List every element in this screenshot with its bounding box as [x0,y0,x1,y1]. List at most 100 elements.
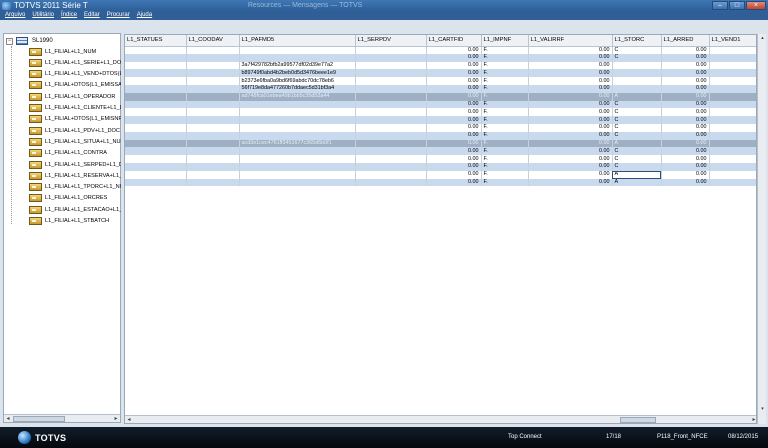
table-cell[interactable]: 0.00 [661,61,710,70]
table-cell[interactable] [125,155,187,163]
tree-index-item[interactable]: L1_FILIAL+L1_TPORC+L1_NUM [29,182,121,193]
table-cell[interactable] [709,84,756,93]
table-cell[interactable]: 0.00 [661,69,710,78]
table-cell[interactable] [125,77,187,85]
column-header[interactable]: L1_IMPNF [481,35,529,47]
table-cell[interactable]: 0.00 [528,108,613,117]
menu-ajuda[interactable]: Ajuda [137,11,152,20]
table-cell[interactable]: 56f719e8da477260b7ddaec5d31bf3a4 [239,84,356,93]
table-cell[interactable] [709,77,756,85]
tree-index-item[interactable]: L1_FILIAL+DTOS(L1_EMISNF) [29,114,121,125]
table-cell[interactable]: 0.00 [426,108,482,117]
table-cell[interactable]: C [612,53,662,62]
table-row[interactable]: 0.00 F. 0.00 C 0.00 [125,123,756,132]
table-cell[interactable]: 0.00 [426,69,482,78]
tree-index-item[interactable]: L1_FILIAL+L1_CONTRA [29,148,121,159]
table-cell[interactable]: b2373e6fba0a9bd6f69abdc70dc78eb6 [239,77,356,85]
table-cell[interactable] [186,108,240,117]
table-cell[interactable] [612,61,662,70]
table-cell[interactable] [709,139,756,148]
table-cell[interactable]: C [612,131,662,140]
table-cell[interactable]: 0.00 [661,116,710,124]
table-cell[interactable] [239,46,356,54]
tree-root[interactable]: − SL1990 [6,36,53,46]
table-row[interactable]: 0.00 F. 0.00 C 0.00 [125,147,756,156]
table-cell[interactable]: A [612,139,662,148]
column-header[interactable]: L1_ARRED [661,35,710,47]
table-row[interactable]: b2373e6fba0a9bd6f69abdc70dc78eb6 0.00 F. 0.… [125,77,756,85]
table-cell[interactable]: 0.00 [661,170,710,179]
column-header[interactable]: L1_VALIRRF [528,35,613,47]
table-cell[interactable]: F. [481,123,529,132]
table-cell[interactable] [125,131,187,140]
table-row[interactable]: 0.00 F. 0.00 C 0.00 [125,116,756,124]
table-cell[interactable]: 0.00 [661,155,710,163]
table-cell[interactable] [239,155,356,163]
maximize-button[interactable]: □ [729,1,745,10]
column-header[interactable]: L1_CARTFID [426,35,482,47]
table-cell[interactable]: 0.00 [426,84,482,93]
table-cell[interactable]: F. [481,84,529,93]
table-cell[interactable]: C [612,147,662,156]
table-cell[interactable]: F. [481,46,529,54]
table-row[interactable]: 0.00 F. 0.00 C 0.00 [125,53,756,62]
table-cell[interactable] [125,61,187,70]
table-cell[interactable]: A [612,170,662,179]
table-cell[interactable] [125,92,187,101]
table-cell[interactable]: F. [481,116,529,124]
table-cell[interactable] [125,46,187,54]
table-cell[interactable] [125,162,187,171]
table-row[interactable]: 0.00 F. 0.00 C 0.00 [125,100,756,109]
table-cell[interactable] [186,84,240,93]
table-cell[interactable] [125,170,187,179]
table-row[interactable]: 0.00 F. 0.00 C 0.00 [125,155,756,163]
table-row[interactable]: 0.00 F. 0.00 A 0.00 [125,170,756,179]
table-cell[interactable]: 0.00 [528,123,613,132]
table-cell[interactable] [355,100,427,109]
table-cell[interactable]: ad748fca01ebea49b1bb5c35d53a44 [239,92,356,101]
table-cell[interactable] [709,170,756,179]
table-cell[interactable] [239,170,356,179]
table-cell[interactable]: 0.00 [528,147,613,156]
scroll-left-icon[interactable]: ◂ [4,415,12,423]
table-row[interactable]: 3a7f429782bfb2a99577df02d39e77a2 0.00 F. 0.… [125,61,756,70]
table-cell[interactable]: 0.00 [528,178,613,187]
table-cell[interactable]: 0.00 [426,178,482,187]
table-cell[interactable]: 0.00 [426,170,482,179]
column-header[interactable]: L1_SERPDV [355,35,427,47]
tree-index-item[interactable]: L1_FILIAL+L1_ORCRES [29,193,121,204]
tree-index-item[interactable]: L1_FILIAL+DTOS(L1_EMISSAO) [29,80,121,91]
tree-index-item[interactable]: L1_FILIAL+L1_CLIENTE+L1_LOJA [29,103,121,114]
minimize-button[interactable]: – [712,1,728,10]
tree-index-item[interactable]: L1_FILIAL+L1_VEND+DTOS(L1_EMISSAO) [29,69,121,80]
table-cell[interactable]: 0.00 [661,100,710,109]
table-cell[interactable] [355,92,427,101]
table-cell[interactable] [186,131,240,140]
table-cell[interactable]: C [612,108,662,117]
table-cell[interactable] [125,123,187,132]
scrollbar-thumb[interactable] [13,416,65,422]
table-cell[interactable] [186,123,240,132]
table-cell[interactable]: 0.00 [661,139,710,148]
table-cell[interactable]: F. [481,131,529,140]
table-cell[interactable]: 0.00 [426,123,482,132]
table-cell[interactable] [239,147,356,156]
table-cell[interactable] [709,53,756,62]
table-cell[interactable]: 0.00 [426,92,482,101]
table-row[interactable]: acd3e1cec4761ff3451677c365d6b0f1 0.00 F. 0.… [125,139,756,148]
table-row[interactable]: ad748fca01ebea49b1bb5c35d53a44 0.00 F. 0.00… [125,92,756,101]
table-cell[interactable] [186,69,240,78]
table-cell[interactable]: 0.00 [528,69,613,78]
table-cell[interactable] [709,61,756,70]
table-cell[interactable]: acd3e1cec4761ff3451677c365d6b0f1 [239,139,356,148]
table-cell[interactable] [239,108,356,117]
table-cell[interactable] [355,147,427,156]
table-cell[interactable] [186,139,240,148]
scroll-left-icon[interactable]: ◂ [125,416,133,424]
table-cell[interactable]: C [612,162,662,171]
table-cell[interactable]: F. [481,155,529,163]
table-cell[interactable]: 0.00 [661,123,710,132]
menu-arquivo[interactable]: Arquivo [5,11,25,20]
table-cell[interactable]: 0.00 [661,46,710,54]
table-cell[interactable]: F. [481,92,529,101]
